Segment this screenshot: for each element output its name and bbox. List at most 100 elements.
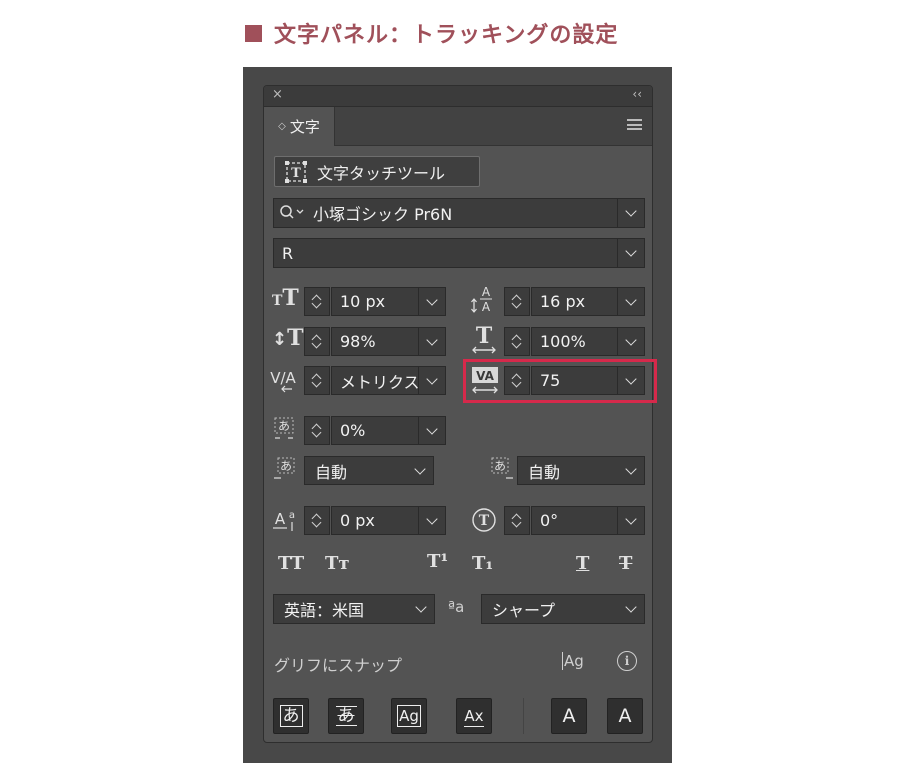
leading-value: 16 px <box>540 292 586 311</box>
font-style-field[interactable]: R <box>273 238 645 268</box>
snap-angular-button[interactable]: A <box>551 698 587 734</box>
chevron-down-icon[interactable] <box>618 595 644 623</box>
aki-before-icon: あ <box>274 457 295 479</box>
horizontal-scale-field[interactable]: 100% <box>531 327 645 356</box>
collapse-icon[interactable]: ‹‹ <box>632 87 642 101</box>
snap-proximity-button[interactable]: Ax <box>456 698 492 734</box>
strikethrough-icon[interactable]: T <box>619 553 632 574</box>
svg-text:V/A: V/A <box>270 369 296 387</box>
aki-before-value: 自動 <box>315 462 348 482</box>
svg-text:T: T <box>291 166 301 181</box>
chevron-down-icon[interactable] <box>617 199 644 227</box>
rotation-stepper[interactable] <box>504 506 530 535</box>
superscript-icon[interactable]: T¹ <box>427 551 448 572</box>
glyph-options-icon[interactable]: Ag <box>562 652 584 670</box>
aki-after-field[interactable]: 自動 <box>517 456 645 485</box>
font-size-field[interactable]: 10 px <box>331 287 446 316</box>
snap-glyph-bounds-icon: Ag <box>397 705 421 727</box>
small-caps-icon[interactable]: Tт <box>325 553 350 574</box>
chevron-down-icon[interactable] <box>418 367 445 394</box>
char-rotation-field[interactable]: 0° <box>531 506 645 535</box>
tracking-highlight-box <box>463 359 657 403</box>
hscale-stepper[interactable] <box>504 327 530 356</box>
kerning-stepper[interactable] <box>304 366 330 395</box>
snap-anchor-button[interactable]: A <box>607 698 643 734</box>
baseline-shift-field[interactable]: 0 px <box>331 506 446 535</box>
font-family-field[interactable]: 小塚ゴシック Pr6N <box>273 198 645 228</box>
touch-type-icon: T <box>285 160 307 183</box>
svg-text:A: A <box>482 300 491 314</box>
subscript-icon[interactable]: T₁ <box>472 553 493 574</box>
snap-angular-icon: A <box>562 705 576 727</box>
horizontal-scale-value: 100% <box>540 332 586 351</box>
leading-stepper[interactable] <box>504 287 530 316</box>
chevron-down-icon[interactable] <box>407 457 433 484</box>
touch-type-label: 文字タッチツール <box>317 163 446 183</box>
char-rotation-icon: T <box>472 508 496 532</box>
baseline-shift-icon: A a <box>273 510 295 531</box>
vertical-scale-value: 98% <box>340 332 376 351</box>
chevron-down-icon[interactable] <box>617 328 644 355</box>
tab-character[interactable]: ◇ 文字 <box>264 107 335 146</box>
touch-type-tool-button[interactable]: T 文字タッチツール <box>274 156 480 187</box>
snap-anchor-icon: A <box>618 705 632 727</box>
page-heading: 文字パネル：トラッキングの設定 <box>245 18 618 48</box>
heading-text: 文字パネル：トラッキングの設定 <box>274 23 619 48</box>
vertical-scale-field[interactable]: 98% <box>331 327 446 356</box>
tsume-icon: あ <box>274 417 294 439</box>
chevron-down-icon[interactable] <box>418 328 445 355</box>
close-icon[interactable]: × <box>272 87 283 102</box>
panel-titlebar: × ‹‹ <box>264 86 652 107</box>
snap-to-glyph-label: グリフにスナップ <box>274 656 403 675</box>
svg-text:a: a <box>289 510 295 521</box>
leading-field[interactable]: 16 px <box>531 287 645 316</box>
divider <box>523 698 524 734</box>
aki-after-icon: あ <box>491 457 513 479</box>
chevron-down-icon[interactable] <box>618 457 644 484</box>
search-icon <box>280 205 304 219</box>
snap-xheight-icon: あ <box>335 706 357 726</box>
tsume-stepper[interactable] <box>304 416 330 445</box>
font-family-value: 小塚ゴシック Pr6N <box>313 205 453 224</box>
vscale-stepper[interactable] <box>304 327 330 356</box>
snap-xheight-button[interactable]: あ <box>328 698 364 734</box>
leading-icon: A A <box>471 285 492 314</box>
font-size-icon: TT <box>272 285 299 311</box>
chevron-down-icon[interactable] <box>418 417 445 444</box>
tsume-field[interactable]: 0% <box>331 416 446 445</box>
language-select[interactable]: 英語：米国 <box>273 594 435 624</box>
antialias-select[interactable]: シャープ <box>481 594 645 624</box>
baseline-shift-value: 0 px <box>340 511 375 530</box>
chevron-down-icon[interactable] <box>418 507 445 534</box>
all-caps-icon[interactable]: TT <box>278 553 304 574</box>
svg-text:あ: あ <box>494 459 506 473</box>
font-size-value: 10 px <box>340 292 386 311</box>
aki-before-field[interactable]: 自動 <box>304 456 434 485</box>
chevron-down-icon[interactable] <box>408 595 434 623</box>
antialias-value: シャープ <box>492 601 556 620</box>
snap-glyph-bounds-button[interactable]: Ag <box>391 698 427 734</box>
info-icon[interactable]: i <box>617 651 637 671</box>
underline-icon[interactable]: T <box>576 553 589 574</box>
svg-text:A: A <box>482 285 491 299</box>
antialias-icon: ªa <box>448 598 465 616</box>
char-rotation-value: 0° <box>540 511 559 530</box>
horizontal-scale-icon: T <box>472 324 496 354</box>
snap-proximity-icon: Ax <box>464 706 484 727</box>
size-stepper[interactable] <box>304 287 330 316</box>
vertical-scale-icon: ↕T <box>272 325 304 351</box>
baseline-stepper[interactable] <box>304 506 330 535</box>
tab-label: 文字 <box>289 118 320 136</box>
kerning-field[interactable]: メトリクス <box>331 366 446 395</box>
snap-baseline-button[interactable]: あ <box>273 698 309 734</box>
panel-menu-icon[interactable] <box>627 119 642 130</box>
chevron-down-icon[interactable] <box>617 507 644 534</box>
chevron-down-icon[interactable] <box>617 288 644 315</box>
snap-baseline-icon: あ <box>279 705 303 727</box>
chevron-down-icon[interactable] <box>617 239 644 267</box>
kerning-value: メトリクス <box>340 372 418 392</box>
language-value: 英語：米国 <box>284 601 365 620</box>
chevron-down-icon[interactable] <box>418 288 445 315</box>
font-style-value: R <box>282 243 294 263</box>
svg-text:あ: あ <box>280 459 292 473</box>
